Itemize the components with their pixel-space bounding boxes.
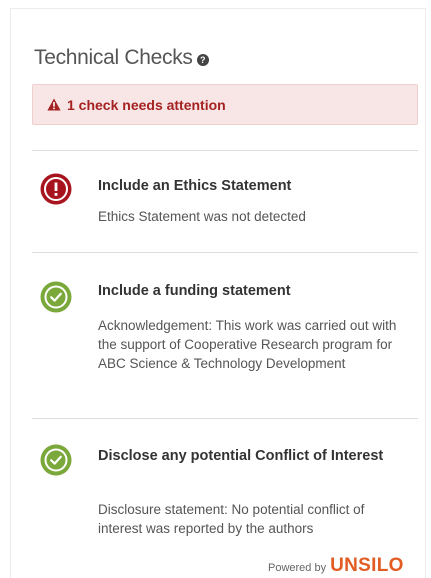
check-title-ethics: Include an Ethics Statement	[98, 178, 292, 194]
divider	[32, 418, 418, 419]
unsilo-logo[interactable]: UNSILO	[330, 555, 404, 577]
check-circle-icon	[40, 281, 72, 313]
panel-title: Technical Checks ?	[34, 46, 209, 70]
divider	[32, 252, 418, 253]
powered-by-footer: Powered by UNSILO	[268, 555, 404, 577]
attention-alert: 1 check needs attention	[32, 84, 418, 125]
check-title-conflict-of-interest: Disclose any potential Conflict of Inter…	[98, 448, 384, 464]
check-circle-icon	[40, 444, 72, 476]
alert-text: 1 check needs attention	[67, 96, 226, 113]
warning-triangle-icon	[47, 98, 61, 111]
check-description-ethics: Ethics Statement was not detected	[98, 209, 306, 224]
panel-title-text: Technical Checks	[34, 46, 193, 69]
check-description-conflict-of-interest: Disclosure statement: No potential confl…	[98, 502, 365, 536]
check-description-funding: Acknowledgement: This work was carried o…	[98, 318, 397, 371]
divider	[32, 150, 418, 151]
powered-by-label: Powered by	[268, 562, 327, 574]
check-title-funding: Include a funding statement	[98, 283, 291, 299]
error-exclamation-icon	[40, 173, 72, 205]
help-icon[interactable]: ?	[196, 54, 209, 66]
